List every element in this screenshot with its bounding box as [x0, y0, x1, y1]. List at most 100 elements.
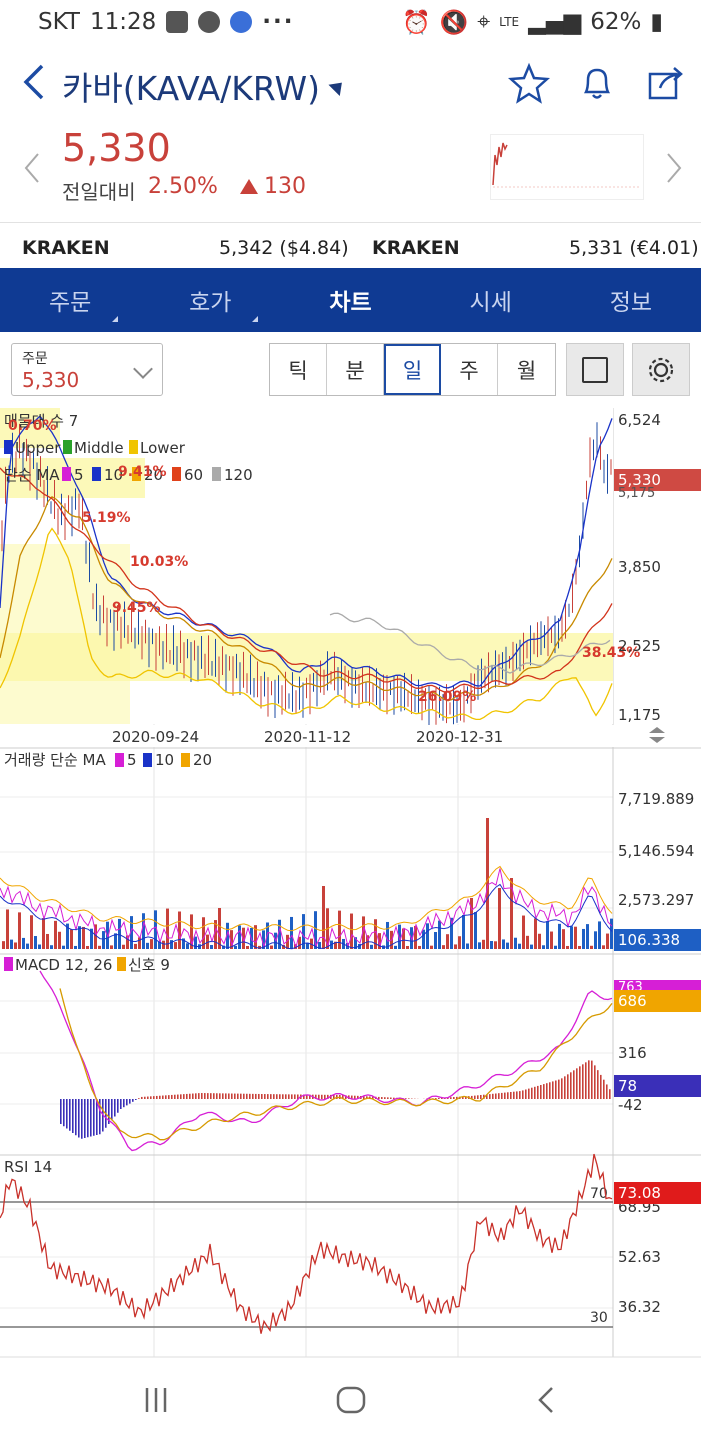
back-button[interactable]: [18, 60, 52, 104]
macd-hist-bar: [63, 1099, 65, 1127]
macd-legend: MACD 12, 26: [15, 956, 112, 974]
macd-hist-bar: [606, 1084, 608, 1099]
volume-bar: [22, 937, 25, 949]
macd-hist-bar: [597, 1070, 599, 1099]
macd-hist-bar: [165, 1095, 167, 1099]
volume-bar: [42, 918, 45, 949]
macd-hist-bar: [558, 1079, 560, 1099]
macd-hist-bar: [135, 1099, 137, 1100]
legend-swatch: [117, 957, 126, 971]
rsi-current-label: 73.08: [618, 1184, 661, 1202]
system-back-button[interactable]: [528, 1380, 568, 1420]
macd-hist-bar: [159, 1095, 161, 1099]
volume-bar: [162, 940, 165, 949]
macd-hist-bar: [231, 1093, 233, 1099]
volume-bar: [530, 944, 533, 949]
volume-bar: [386, 921, 389, 949]
bb-middle-label: Middle: [74, 439, 124, 457]
next-coin-button[interactable]: [664, 150, 684, 194]
volume-bar: [50, 945, 53, 949]
volume-bar: [462, 914, 465, 949]
volume-bar: [290, 916, 293, 949]
exchange-name: KRAKEN: [22, 237, 110, 259]
macd-hist-bar: [408, 1098, 410, 1099]
alert-button[interactable]: [576, 62, 618, 104]
period-week-button[interactable]: 주: [441, 344, 498, 395]
tab-quotes[interactable]: 시세: [421, 268, 561, 332]
macd-hist-bar: [123, 1099, 125, 1108]
volume-bar: [558, 923, 561, 949]
period-day-button[interactable]: 일: [384, 344, 441, 395]
volume-bar: [458, 936, 461, 949]
volume-bar: [234, 945, 237, 949]
volume-bar: [102, 931, 105, 949]
volume-bar: [442, 945, 445, 949]
macd-hist-bar: [324, 1094, 326, 1099]
macd-hist-bar: [579, 1066, 581, 1099]
favorite-button[interactable]: [507, 62, 551, 104]
volume-bar: [74, 945, 77, 949]
macd-hist-bar: [75, 1099, 77, 1136]
macd-hist-bar: [513, 1091, 515, 1099]
star-icon: [507, 62, 551, 104]
volume-profile-label: 26.09%: [418, 689, 476, 705]
recent-apps-button[interactable]: [137, 1380, 177, 1420]
legend-swatch: [129, 440, 138, 454]
macd-hist-bar: [585, 1062, 587, 1099]
volume-bar: [422, 929, 425, 949]
macd-hist-bar: [186, 1093, 188, 1099]
volume-bar: [122, 944, 125, 949]
fullscreen-button[interactable]: [566, 343, 624, 396]
tab-orderbook[interactable]: 호가: [140, 268, 280, 332]
share-button[interactable]: [644, 62, 686, 104]
legend-swatch: [4, 957, 13, 971]
price-chart[interactable]: 매물대 수 7 Upper Middle Lower 단순 MA 5 10 20 60…: [0, 408, 701, 1358]
exchange-value: 5,342 ($4.84): [219, 237, 349, 259]
bb-lower-label: Lower: [140, 439, 186, 457]
chevron-left-icon: [23, 64, 44, 100]
volume-profile-label: 0.70%: [8, 418, 57, 434]
macd-hist-bar: [219, 1093, 221, 1099]
volume-bar: [146, 942, 149, 949]
tab-order[interactable]: 주문: [0, 268, 140, 332]
volume-bar: [370, 944, 373, 949]
volume-bar: [602, 945, 605, 949]
macd-hist-bar: [522, 1090, 524, 1099]
macd-hist-bar: [222, 1093, 224, 1099]
volume-bar: [570, 926, 573, 949]
macd-hist-bar: [543, 1084, 545, 1099]
macd-hist-bar: [540, 1085, 542, 1099]
volume-bar: [174, 942, 177, 949]
chart-canvas[interactable]: 매물대 수 7 Upper Middle Lower 단순 MA 5 10 20 60…: [0, 408, 701, 1358]
macd-hist-bar: [594, 1065, 596, 1099]
period-tick-button[interactable]: 틱: [270, 344, 327, 395]
macd-hist-bar: [534, 1086, 536, 1099]
period-month-button[interactable]: 월: [498, 344, 555, 395]
tab-chart[interactable]: 차트: [280, 268, 420, 332]
exchange-quotes: KRAKEN 5,342 ($4.84) KRAKEN 5,331 (€4.01…: [0, 228, 701, 268]
macd-hist-bar: [555, 1080, 557, 1099]
legend-swatch: [63, 440, 72, 454]
prev-coin-button[interactable]: [22, 150, 42, 194]
volume-profile-label: 9.41%: [118, 464, 167, 480]
settings-button[interactable]: [632, 343, 690, 396]
volume-bar: [514, 937, 517, 949]
y-tick-label: 7,719.889: [618, 790, 694, 808]
macd-hist-bar: [138, 1098, 140, 1099]
coin-title[interactable]: 카바(KAVA/KRW): [62, 62, 348, 110]
home-button[interactable]: [331, 1380, 371, 1420]
tab-info[interactable]: 정보: [561, 268, 701, 332]
volume-bar: [178, 911, 181, 949]
volume-bar: [2, 941, 5, 949]
volume-bar: [150, 939, 153, 949]
macd-hist-bar: [501, 1092, 503, 1099]
order-select[interactable]: 주문 5,330: [11, 343, 163, 396]
macd-hist-bar: [552, 1081, 554, 1099]
period-selector: 틱 분 일 주 월: [269, 343, 556, 396]
macd-histogram: [60, 1060, 611, 1139]
macd-hist-bar: [183, 1094, 185, 1099]
period-minute-button[interactable]: 분: [327, 344, 384, 395]
macd-hist-bar: [279, 1094, 281, 1099]
mini-chart[interactable]: [490, 134, 644, 200]
macd-hist-bar: [174, 1094, 176, 1099]
